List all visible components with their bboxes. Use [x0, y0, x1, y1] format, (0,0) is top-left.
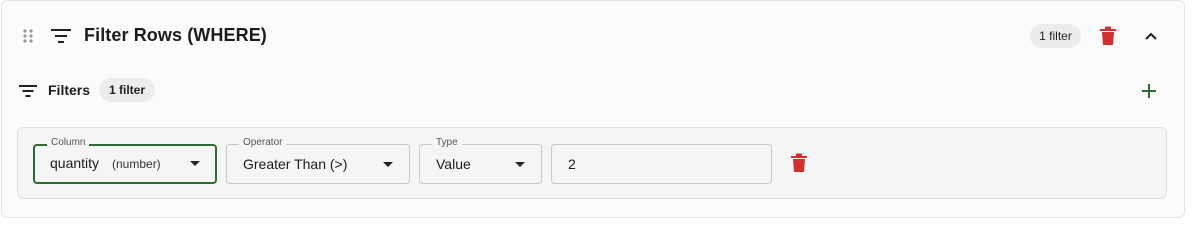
- chevron-up-icon[interactable]: [1141, 26, 1161, 46]
- trash-icon[interactable]: [1099, 26, 1117, 46]
- column-type-hint: (number): [112, 157, 161, 171]
- value-input-text: 2: [568, 156, 576, 172]
- filter-count-badge: 1 filter: [1030, 24, 1081, 48]
- dropdown-caret-icon: [190, 161, 200, 166]
- filter-condition-row: Column quantity (number) Operator Greate…: [17, 127, 1167, 199]
- section-title: Filter Rows (WHERE): [84, 25, 267, 45]
- dropdown-caret-icon: [515, 162, 525, 167]
- filter-rows-panel: Filter Rows (WHERE) 1 filter Filters 1 f…: [1, 0, 1185, 218]
- operator-select[interactable]: Operator Greater Than (>): [226, 136, 410, 184]
- filter-icon: [19, 85, 37, 97]
- plus-icon[interactable]: [1139, 81, 1159, 101]
- filters-count-badge: 1 filter: [99, 78, 155, 102]
- dropdown-caret-icon: [383, 162, 393, 167]
- trash-icon[interactable]: [790, 153, 808, 173]
- column-select[interactable]: Column quantity (number): [33, 136, 217, 184]
- column-value: quantity: [50, 155, 100, 171]
- value-input[interactable]: 2: [551, 144, 772, 184]
- operator-legend: Operator: [239, 136, 287, 150]
- type-select[interactable]: Type Value: [419, 136, 542, 184]
- operator-value: Greater Than (>): [243, 156, 348, 172]
- drag-handle-icon[interactable]: [22, 28, 34, 44]
- type-value: Value: [436, 156, 471, 172]
- type-legend: Type: [432, 136, 462, 150]
- column-legend: Column: [47, 136, 90, 150]
- filters-label: Filters: [48, 82, 91, 98]
- filter-icon: [51, 29, 71, 43]
